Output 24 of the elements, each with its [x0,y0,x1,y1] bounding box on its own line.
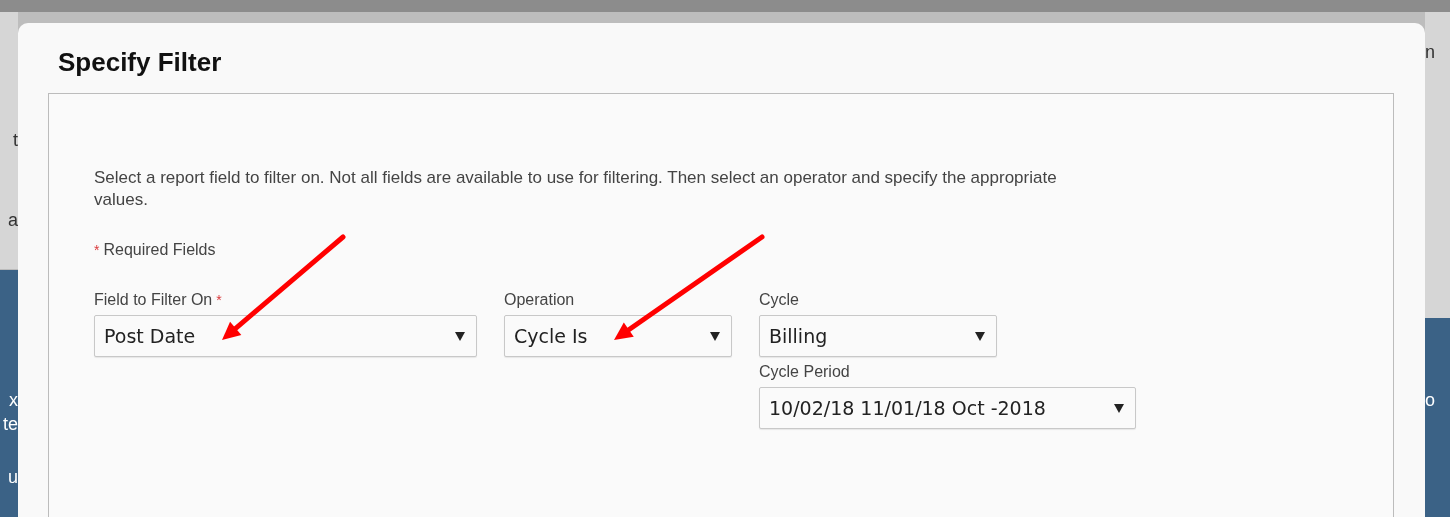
background-text: te [3,414,18,434]
dropdown[interactable]: Billing [759,315,997,357]
background-text: a [8,210,18,230]
instructions-text: Select a report field to filter on. Not all fields are available to use for filtering. Then select an operator and specify the appropriate values. [94,167,1058,211]
field-label: Field to Filter On [94,290,213,310]
caret-icon [1113,402,1125,414]
required-marker: * [94,241,100,260]
background-text: u [8,467,18,487]
background-text: t [13,130,18,150]
caret-icon [454,330,466,342]
dropdown[interactable]: 10/02/18 11/01/18 Oct -2018 [759,387,1136,429]
background-text: x [9,390,18,410]
caret-icon [974,330,986,342]
required-fields-note: Required Fields [103,240,216,260]
dropdown[interactable]: Cycle Is [504,315,732,357]
dialog-title: Specify Filter [58,47,222,77]
dropdown[interactable]: Post Date [94,315,477,357]
field-label: Operation [504,290,575,310]
background-text: o [1425,390,1435,410]
field-label: Cycle Period [759,362,850,382]
caret-icon [709,330,721,342]
required-marker: * [216,291,222,310]
field-label: Cycle [759,290,799,310]
background-text: n [1425,42,1435,62]
